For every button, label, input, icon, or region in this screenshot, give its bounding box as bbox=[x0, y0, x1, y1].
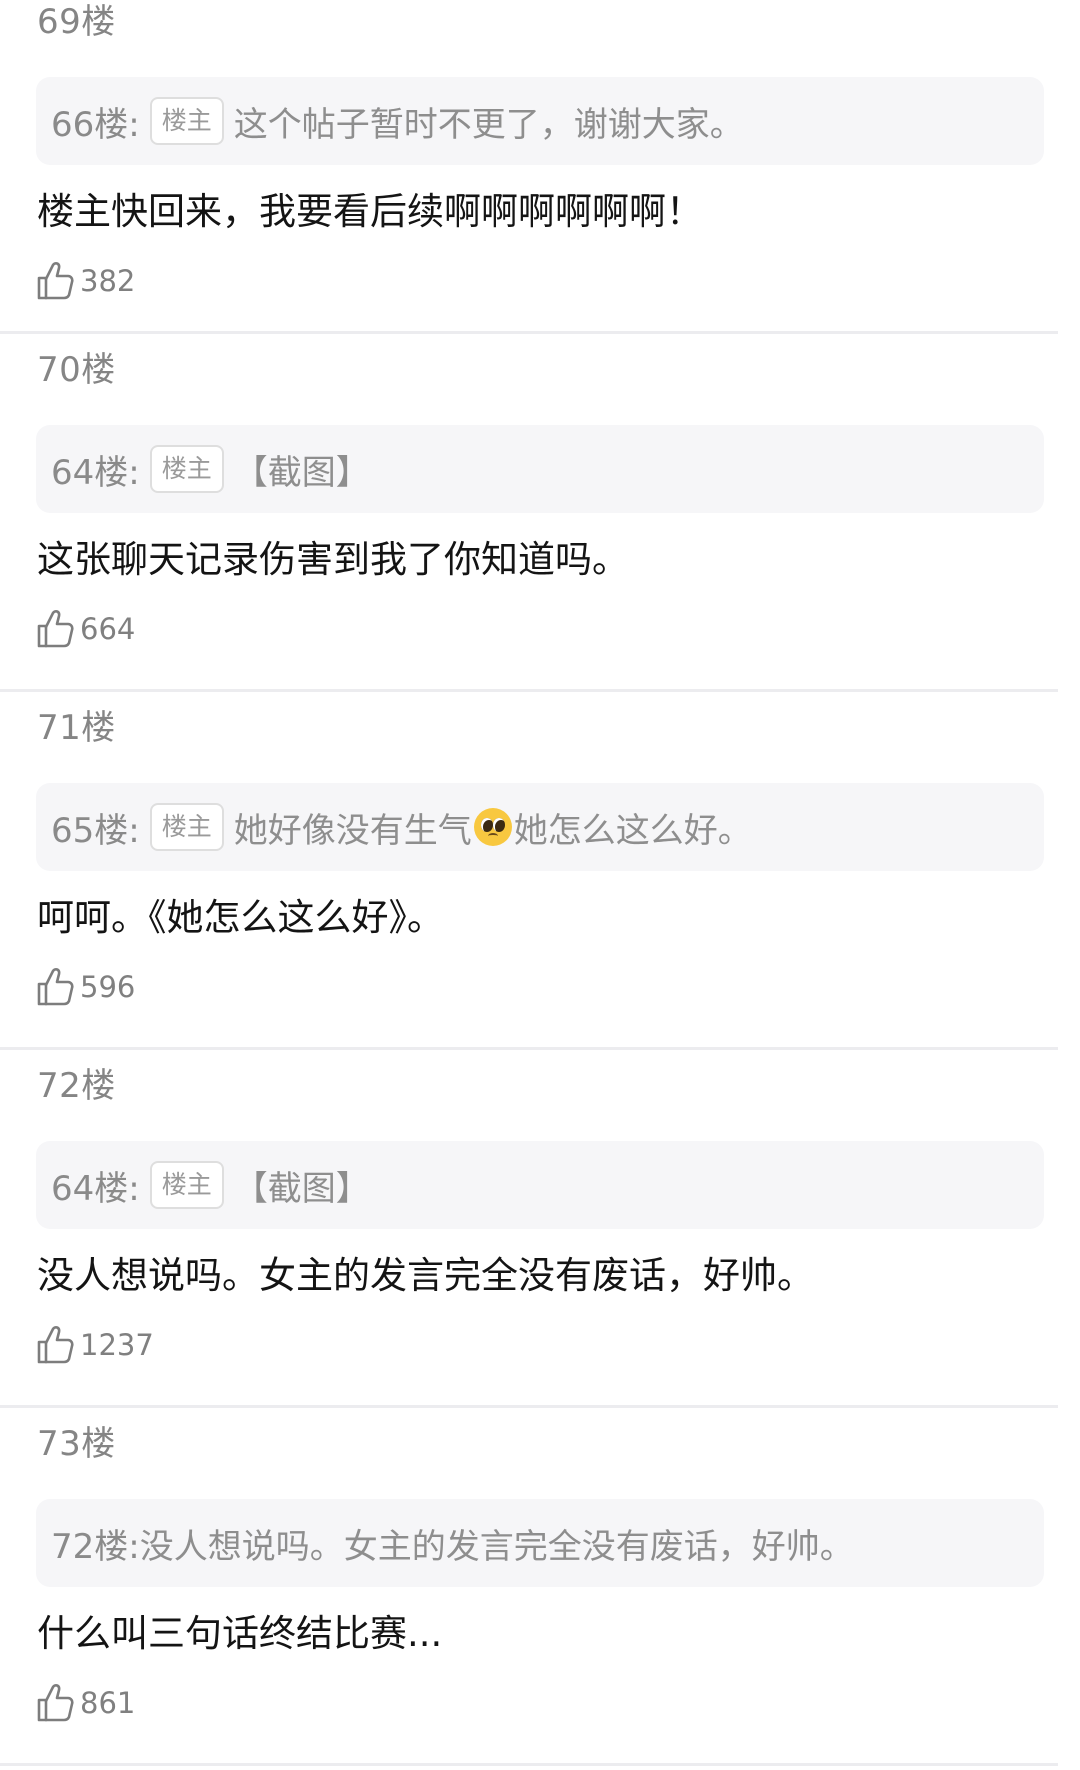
quoted-text: 【截图】 bbox=[233, 452, 370, 493]
quoted-floor-ref: 66楼: bbox=[51, 104, 140, 145]
like-button[interactable]: 382 bbox=[36, 259, 1080, 303]
quoted-reply[interactable]: 72楼: 没人想说吗。女主的发言完全没有废话，好帅。 bbox=[36, 1499, 1044, 1587]
thumbs-up-icon bbox=[37, 1684, 74, 1722]
comment-text: 呵呵。《她怎么这么好》。 bbox=[37, 896, 444, 939]
thumbs-up-icon bbox=[37, 968, 74, 1006]
reply-post: 69楼 66楼: 楼主 这个帖子暂时不更了，谢谢大家。 楼主快回来，我要看后续啊… bbox=[0, 0, 1080, 334]
comment-text: 这张聊天记录伤害到我了你知道吗。 bbox=[37, 538, 629, 581]
like-count: 1237 bbox=[80, 1328, 154, 1362]
reply-post: 70楼 64楼: 楼主 【截图】 这张聊天记录伤害到我了你知道吗。 664 bbox=[0, 334, 1080, 692]
quoted-floor-ref: 72楼: bbox=[51, 1526, 140, 1567]
reply-thread: 69楼 66楼: 楼主 这个帖子暂时不更了，谢谢大家。 楼主快回来，我要看后续啊… bbox=[0, 0, 1080, 1766]
floor-number: 70楼 bbox=[37, 350, 116, 390]
quoted-reply[interactable]: 66楼: 楼主 这个帖子暂时不更了，谢谢大家。 bbox=[36, 77, 1044, 165]
quoted-text: 【截图】 bbox=[233, 1168, 370, 1209]
quoted-text-continued: 她怎么这么好。 bbox=[513, 810, 752, 851]
thumbs-up-icon bbox=[37, 610, 74, 648]
like-count: 596 bbox=[80, 970, 136, 1004]
pleading-face-emoji bbox=[473, 808, 512, 846]
page-edge bbox=[1058, 0, 1080, 1770]
like-count: 382 bbox=[80, 264, 136, 298]
quoted-text: 没人想说吗。女主的发言完全没有废话，好帅。 bbox=[139, 1526, 854, 1567]
reply-post: 71楼 65楼: 楼主 她好像没有生气 她怎么这么好。 呵呵。《她怎么这么好》。… bbox=[0, 692, 1080, 1050]
op-badge: 楼主 bbox=[149, 445, 224, 493]
floor-number: 71楼 bbox=[37, 708, 116, 748]
quoted-reply[interactable]: 64楼: 楼主 【截图】 bbox=[36, 1141, 1044, 1229]
comment-text: 什么叫三句话终结比赛... bbox=[37, 1612, 443, 1655]
thumbs-up-icon bbox=[37, 1326, 74, 1364]
reply-post: 73楼 72楼: 没人想说吗。女主的发言完全没有废话，好帅。 什么叫三句话终结比… bbox=[0, 1408, 1080, 1766]
quoted-text: 这个帖子暂时不更了，谢谢大家。 bbox=[233, 104, 744, 145]
reply-post: 72楼 64楼: 楼主 【截图】 没人想说吗。女主的发言完全没有废话，好帅。 1… bbox=[0, 1050, 1080, 1408]
quoted-floor-ref: 64楼: bbox=[51, 1168, 140, 1209]
thumbs-up-icon bbox=[37, 262, 74, 300]
floor-number: 69楼 bbox=[37, 2, 116, 42]
comment-text: 没人想说吗。女主的发言完全没有废话，好帅。 bbox=[37, 1254, 814, 1297]
like-count: 861 bbox=[80, 1686, 136, 1720]
quoted-text: 她好像没有生气 bbox=[233, 810, 472, 851]
like-button[interactable]: 596 bbox=[36, 965, 1080, 1009]
like-button[interactable]: 664 bbox=[36, 607, 1080, 651]
op-badge: 楼主 bbox=[149, 803, 224, 851]
like-count: 664 bbox=[80, 612, 136, 646]
op-badge: 楼主 bbox=[149, 97, 224, 145]
op-badge: 楼主 bbox=[149, 1161, 224, 1209]
floor-number: 73楼 bbox=[37, 1424, 116, 1464]
like-button[interactable]: 1237 bbox=[36, 1323, 1080, 1367]
quoted-floor-ref: 65楼: bbox=[51, 810, 140, 851]
like-button[interactable]: 861 bbox=[36, 1681, 1080, 1725]
comment-text: 楼主快回来，我要看后续啊啊啊啊啊啊！ bbox=[37, 190, 703, 233]
quoted-reply[interactable]: 64楼: 楼主 【截图】 bbox=[36, 425, 1044, 513]
floor-number: 72楼 bbox=[37, 1066, 116, 1106]
quoted-floor-ref: 64楼: bbox=[51, 452, 140, 493]
quoted-reply[interactable]: 65楼: 楼主 她好像没有生气 她怎么这么好。 bbox=[36, 783, 1044, 871]
